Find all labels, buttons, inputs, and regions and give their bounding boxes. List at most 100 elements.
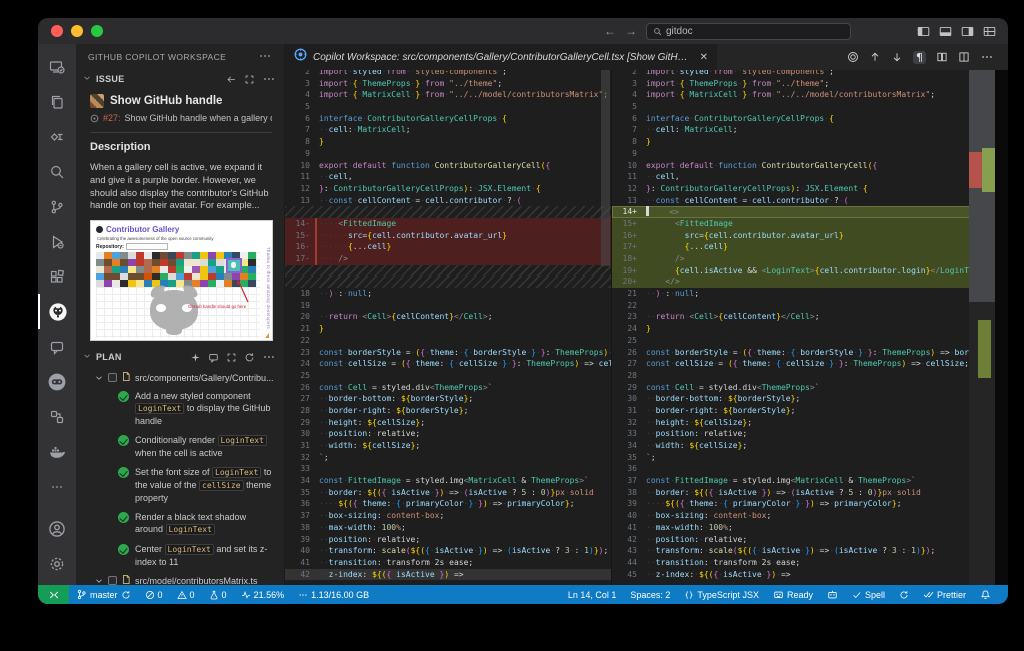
chevron-down-icon	[94, 373, 104, 383]
status-pulse-icon[interactable]: 21.56%	[234, 585, 292, 604]
status-double-check-icon[interactable]: Prettier	[916, 585, 973, 604]
activity-more-icon[interactable]	[38, 469, 76, 504]
zoom-window-button[interactable]	[91, 25, 103, 37]
layout-sidebar-left-icon[interactable]	[917, 25, 930, 38]
more-icon[interactable]	[258, 49, 272, 63]
activity-run-debug-icon[interactable]	[38, 224, 76, 259]
refresh-icon[interactable]	[244, 352, 255, 363]
github-icon	[48, 302, 68, 322]
activity-docker-icon[interactable]	[38, 434, 76, 469]
history-back-icon[interactable]: ←	[604, 25, 616, 37]
plan-file-row[interactable]: src/model/contributorsMatrix.ts	[82, 572, 278, 585]
frame-expand-icon[interactable]	[226, 352, 237, 363]
activity-source-control-icon[interactable]	[38, 189, 76, 224]
status-error-icon[interactable]: 0	[138, 585, 170, 604]
status-hubot-icon[interactable]: Ready	[766, 585, 820, 604]
issue-section-label: ISSUE	[96, 74, 125, 84]
checkbox[interactable]	[108, 373, 117, 382]
checkbox[interactable]	[108, 576, 117, 585]
activity-account-icon[interactable]	[38, 511, 76, 546]
activity-extensions-icon[interactable]	[38, 259, 76, 294]
more-icon[interactable]	[980, 50, 994, 64]
activity-search-icon[interactable]	[38, 154, 76, 189]
more-icon[interactable]	[262, 350, 276, 364]
scrollbar[interactable]	[601, 70, 610, 266]
activity-remote-window-icon[interactable]	[38, 49, 76, 84]
more-icon[interactable]	[262, 72, 276, 86]
target-icon[interactable]	[847, 51, 859, 63]
status-check-icon[interactable]: Spell	[845, 585, 892, 604]
status-flask-icon[interactable]: 0	[202, 585, 234, 604]
frame-expand-icon[interactable]	[244, 74, 255, 85]
code-line: 15+······<FittedImage	[612, 218, 1008, 230]
layout-panel-icon[interactable]	[939, 25, 952, 38]
activity-bar	[38, 44, 76, 585]
status-sync-icon[interactable]	[892, 585, 916, 604]
code-line: 4import·{·MatrixCell·}·from·"../../model…	[285, 89, 611, 101]
status-bell-icon[interactable]	[973, 585, 998, 604]
code-line: 31··border-right:·${borderStyle};	[612, 405, 1008, 417]
plan-step[interactable]: Conditionally render LoginText when the …	[82, 431, 278, 463]
activity-files-copy-icon[interactable]	[38, 84, 76, 119]
arrow-down-icon[interactable]	[891, 51, 903, 63]
status-branch-icon[interactable]: master	[69, 585, 138, 604]
compare-icon[interactable]	[936, 51, 948, 63]
status-braces-icon[interactable]: TypeScript JSX	[677, 585, 766, 604]
activity-settings-gear-icon[interactable]	[38, 546, 76, 581]
plan-step[interactable]: Set the font size of LoginText to the va…	[82, 463, 278, 508]
close-icon[interactable]: ✕	[698, 52, 708, 63]
plan-section-header[interactable]: PLAN	[76, 347, 284, 367]
code-line: 35··border:·${({·isActive·})·=>·(isActiv…	[285, 487, 611, 499]
diff-pane-original[interactable]: 2import·styled·from·"styled-components";…	[285, 70, 612, 585]
code-line: 18··)·:·null;	[285, 288, 611, 300]
issue-section-header[interactable]: ISSUE	[76, 69, 284, 89]
double-check-icon	[923, 589, 934, 600]
references-icon	[49, 129, 65, 145]
diff-pane-modified[interactable]: 2import·styled·from·"styled-components";…	[612, 70, 1008, 585]
plan-step[interactable]: Render a black text shadow around LoginT…	[82, 508, 278, 540]
description-heading: Description	[90, 141, 272, 153]
error-icon	[145, 590, 155, 600]
layout-custom-icon[interactable]	[983, 25, 996, 38]
comment-icon[interactable]	[208, 352, 219, 363]
code-line: 28··border-right:·${borderStyle};	[285, 405, 611, 417]
editor-area: Copilot Workspace: src/components/Galler…	[285, 44, 1008, 585]
annotation-arrow	[224, 274, 254, 304]
code-line: 10export·default·function·ContributorGal…	[612, 160, 1008, 172]
activity-pr-comment-icon[interactable]	[38, 329, 76, 364]
status-ellipsis-icon[interactable]: 1.13/16.00 GB	[291, 585, 376, 604]
close-window-button[interactable]	[51, 25, 63, 37]
arrow-up-icon[interactable]	[869, 51, 881, 63]
code-line: 18+······/>	[612, 253, 1008, 265]
activity-github-icon[interactable]	[38, 294, 76, 329]
history-forward-icon[interactable]: →	[625, 25, 637, 37]
status-warning-icon[interactable]: 0	[170, 585, 202, 604]
plan-file-row[interactable]: src/components/Gallery/Contribu...	[82, 369, 278, 387]
sparkle-icon[interactable]	[190, 352, 201, 363]
status-spaces-2[interactable]: Spaces: 2	[623, 585, 677, 604]
split-editor-icon[interactable]	[958, 51, 970, 63]
code-line: 42··position:·relative;	[612, 534, 1008, 546]
activity-linked-notes-icon[interactable]	[38, 399, 76, 434]
issue-image[interactable]: Contributor Gallery Celebrating the awes…	[90, 220, 273, 341]
arrow-left-icon[interactable]	[226, 74, 237, 85]
issue-reference[interactable]: #27: Show GitHub handle when a gallery c…	[90, 113, 272, 123]
more-icon[interactable]	[258, 49, 272, 65]
command-search-input[interactable]: gitdoc	[646, 23, 851, 40]
code-line: 27const·cellSize·=·({·theme:·{·cellSize·…	[612, 358, 1008, 370]
plan-step[interactable]: Add a new styled component LoginText to …	[82, 387, 278, 431]
plan-step[interactable]: Center LoginText and set its z-index to …	[82, 540, 278, 572]
scrollbar[interactable]	[969, 70, 995, 585]
activity-github-copilot-icon[interactable]	[38, 364, 76, 399]
status-codespaces-remote-icon[interactable]	[38, 585, 69, 604]
status-ln-14-col-1[interactable]: Ln 14, Col 1	[561, 585, 624, 604]
status-robot-icon[interactable]	[820, 585, 845, 604]
tab-contributor-gallery-cell[interactable]: Copilot Workspace: src/components/Galler…	[285, 44, 717, 70]
minimize-window-button[interactable]	[71, 25, 83, 37]
activity-references-icon[interactable]	[38, 119, 76, 154]
code-line: 26const·borderStyle·=·({·theme:·{·border…	[612, 347, 1008, 359]
layout-sidebar-right-icon[interactable]	[961, 25, 974, 38]
pilcrow-icon[interactable]: ¶	[913, 51, 926, 64]
description-body: When a gallery cell is active, we expand…	[90, 161, 272, 212]
code-line: 32··height:·${cellSize};	[612, 417, 1008, 429]
